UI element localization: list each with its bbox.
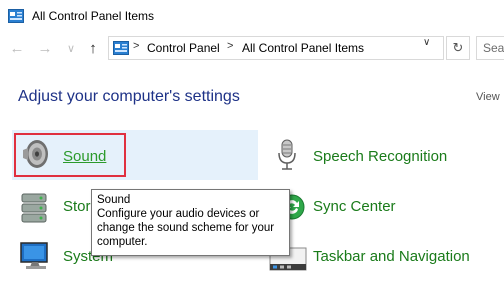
breadcrumb-separator-icon[interactable]: > xyxy=(133,40,139,52)
recent-locations-chevron-icon[interactable]: ∨ xyxy=(62,40,80,58)
control-panel-icon xyxy=(8,9,24,23)
address-bar[interactable]: > Control Panel > All Control Panel Item… xyxy=(108,36,444,60)
control-panel-icon xyxy=(113,41,129,55)
storage-drives-icon xyxy=(21,193,47,223)
tooltip-line: computer. xyxy=(97,236,148,248)
tooltip-line: change the sound scheme for your xyxy=(97,222,275,234)
storage-link[interactable]: Stor xyxy=(63,198,91,215)
address-dropdown-chevron-icon[interactable]: ∨ xyxy=(423,37,430,48)
breadcrumb-control-panel[interactable]: Control Panel xyxy=(147,41,220,55)
speaker-icon xyxy=(23,140,48,168)
refresh-button[interactable]: ↻ xyxy=(446,36,470,60)
title-bar: All Control Panel Items xyxy=(0,0,504,33)
tooltip-line: Configure your audio devices or xyxy=(97,208,260,220)
computer-monitor-icon xyxy=(20,242,48,269)
microphone-icon xyxy=(278,139,296,170)
breadcrumb-separator-icon[interactable]: > xyxy=(227,40,233,52)
taskbar-navigation-link[interactable]: Taskbar and Navigation xyxy=(313,248,470,265)
breadcrumb-all-items[interactable]: All Control Panel Items xyxy=(242,41,364,55)
navigation-bar: ← → ∨ ↑ > Control Panel > All Control Pa… xyxy=(0,32,504,66)
window-title: All Control Panel Items xyxy=(32,9,155,23)
tooltip-title: Sound xyxy=(97,194,131,206)
speech-recognition-link[interactable]: Speech Recognition xyxy=(313,148,447,165)
sound-link[interactable]: Sound xyxy=(63,148,106,165)
forward-arrow-icon[interactable]: → xyxy=(36,40,54,58)
view-by-label: View xyxy=(476,91,500,103)
search-input[interactable]: Sea xyxy=(476,36,504,60)
up-arrow-icon[interactable]: ↑ xyxy=(84,40,102,58)
sync-center-link[interactable]: Sync Center xyxy=(313,198,396,215)
page-heading: Adjust your computer's settings xyxy=(18,88,240,105)
sound-tooltip: Sound Configure your audio devices or ch… xyxy=(91,189,290,256)
back-arrow-icon[interactable]: ← xyxy=(8,40,26,58)
